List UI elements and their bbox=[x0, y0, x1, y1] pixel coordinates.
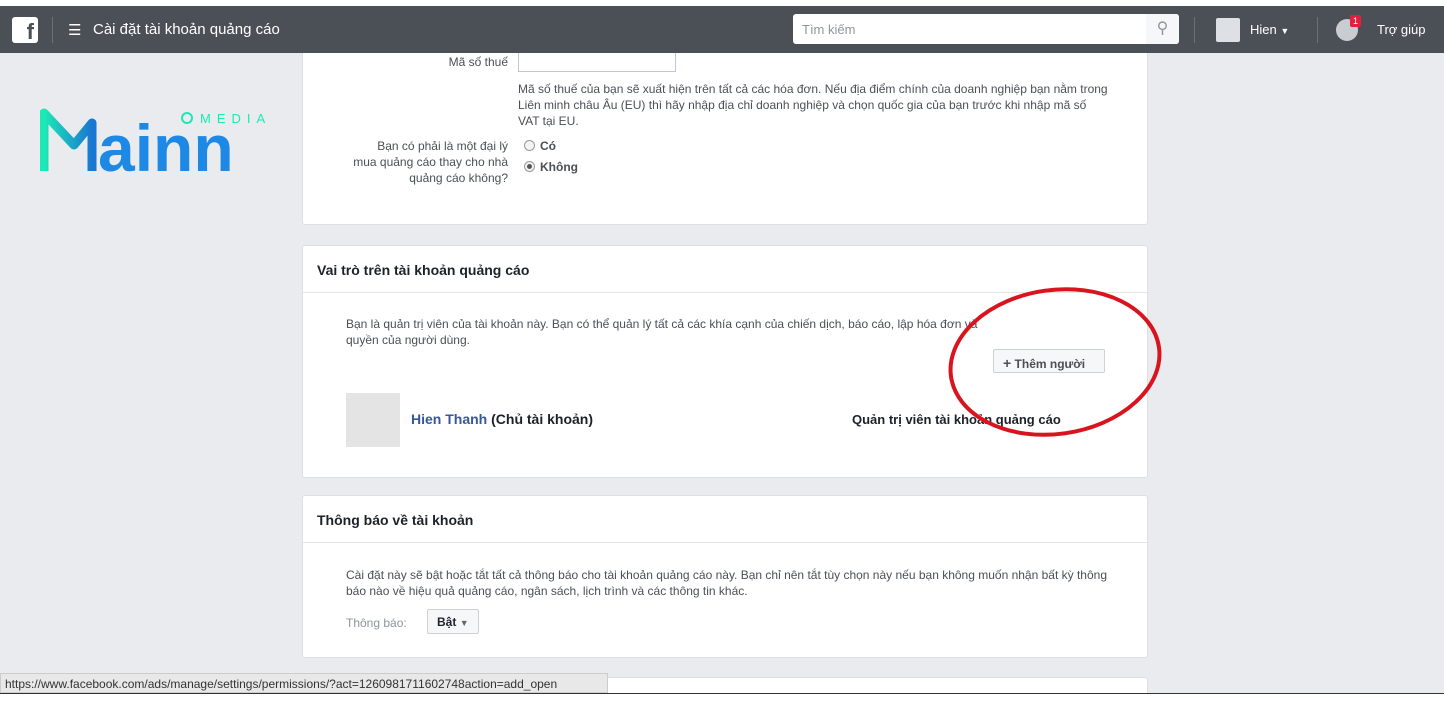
notifications-card: Thông báo về tài khoản Cài đặt này sẽ bậ… bbox=[302, 495, 1148, 658]
member-name-row: Hien Thanh (Chủ tài khoản) bbox=[411, 411, 593, 427]
divider bbox=[1194, 17, 1195, 43]
page-title[interactable]: Cài đặt tài khoản quảng cáo bbox=[93, 21, 280, 38]
tax-label: Mã số thuế bbox=[448, 55, 508, 69]
member-note: (Chủ tài khoản) bbox=[491, 411, 594, 427]
member-avatar[interactable] bbox=[346, 393, 400, 447]
search-icon[interactable]: ⚲ bbox=[1146, 14, 1179, 44]
chevron-down-icon: ▼ bbox=[1280, 26, 1290, 36]
top-nav-bar: f ☰ Cài đặt tài khoản quảng cáo Tìm kiếm… bbox=[0, 6, 1444, 53]
radio-label: Có bbox=[540, 139, 556, 153]
divider bbox=[1317, 17, 1318, 43]
page: f ☰ Cài đặt tài khoản quảng cáo Tìm kiếm… bbox=[0, 6, 1444, 693]
avatar[interactable] bbox=[1216, 18, 1240, 42]
divider bbox=[0, 693, 1444, 694]
mainn-media-logo: ainn MEDIA bbox=[40, 108, 271, 181]
agency-question: Bạn có phải là một đại lý mua quảng cáo … bbox=[353, 139, 508, 185]
notifications-dropdown[interactable]: Bật ▼ bbox=[427, 609, 479, 634]
notification-badge: 1 bbox=[1350, 15, 1362, 27]
red-circle-annotation bbox=[948, 287, 1162, 437]
radio-yes[interactable]: Có bbox=[524, 139, 556, 153]
svg-text:MEDIA: MEDIA bbox=[200, 111, 271, 126]
member-name-link[interactable]: Hien Thanh bbox=[411, 411, 487, 427]
tax-help-text: Mã số thuế của bạn sẽ xuất hiện trên tất… bbox=[518, 82, 1108, 128]
radio-icon bbox=[524, 140, 535, 151]
roles-description: Bạn là quản trị viên của tài khoản này. … bbox=[346, 317, 978, 347]
help-link[interactable]: Trợ giúp bbox=[1377, 22, 1426, 37]
status-bar-url: https://www.facebook.com/ads/manage/sett… bbox=[0, 673, 608, 693]
notifications-title: Thông báo về tài khoản bbox=[303, 496, 1147, 543]
dropdown-value: Bật bbox=[437, 615, 457, 629]
divider bbox=[52, 17, 53, 43]
notifications-description: Cài đặt này sẽ bật hoặc tắt tất cả thông… bbox=[346, 568, 1107, 598]
radio-selected-icon bbox=[524, 161, 535, 172]
menu-icon[interactable]: ☰ bbox=[68, 21, 81, 39]
facebook-logo-icon[interactable]: f bbox=[12, 17, 38, 44]
search-input[interactable]: Tìm kiếm ⚲ bbox=[793, 14, 1179, 44]
user-name: Hien bbox=[1250, 22, 1277, 37]
chevron-down-icon: ▼ bbox=[459, 618, 469, 628]
user-menu[interactable]: Hien ▼ bbox=[1250, 22, 1289, 37]
radio-no[interactable]: Không bbox=[524, 160, 578, 174]
radio-label: Không bbox=[540, 160, 578, 174]
search-placeholder: Tìm kiếm bbox=[802, 22, 856, 37]
notifications-label: Thông báo: bbox=[346, 616, 407, 630]
